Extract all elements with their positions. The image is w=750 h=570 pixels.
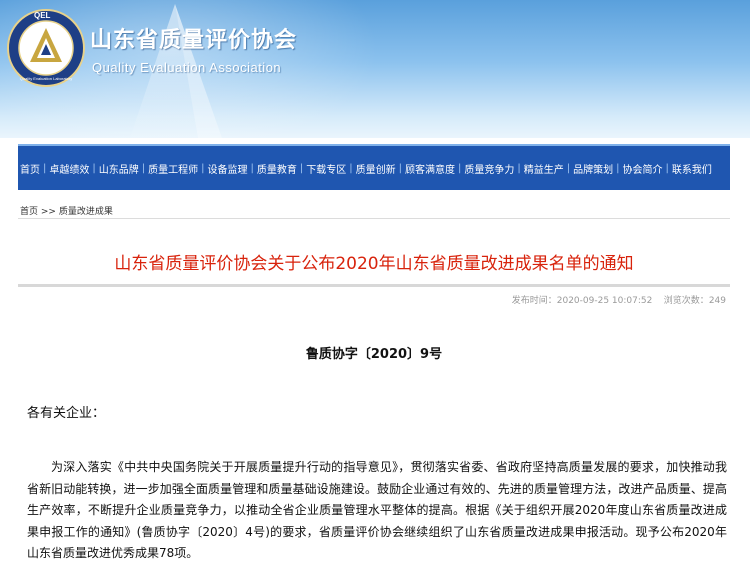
- nav-item-home[interactable]: 首页: [18, 161, 42, 176]
- views-count: 249: [708, 296, 726, 306]
- breadcrumb-home[interactable]: 首页: [20, 207, 38, 217]
- site-name: 山东省质量评价协会: [90, 28, 298, 53]
- document-number: 鲁质协字〔2020〕9号: [305, 347, 443, 362]
- publish-time: 2020-09-25 10:07:52: [556, 296, 653, 306]
- publish-label: 发布时间：: [511, 296, 557, 306]
- article-paragraph: 为深入落实《中共中央国务院关于开展质量提升行动的指导意见》，贯彻落实省委、省政府…: [27, 460, 727, 560]
- nav-item-download[interactable]: 下载专区: [304, 161, 348, 176]
- nav-item-planning[interactable]: 品牌策划: [571, 161, 615, 176]
- nav-item-about[interactable]: 协会简介: [621, 161, 665, 176]
- main-nav: 首页 | 卓越绩效 | 山东品牌 | 质量工程师 | 设备监理 | 质量教育 |…: [18, 144, 730, 190]
- breadcrumb-divider: [18, 218, 730, 219]
- article-title: 山东省质量评价协会关于公布2020年山东省质量改进成果名单的通知: [114, 254, 634, 274]
- nav-item-lean[interactable]: 精益生产: [522, 161, 566, 176]
- nav-item-satisfaction[interactable]: 顾客满意度: [403, 161, 457, 176]
- breadcrumb-current[interactable]: 质量改进成果: [59, 207, 113, 217]
- nav-item-education[interactable]: 质量教育: [255, 161, 299, 176]
- nav-item-excellence[interactable]: 卓越绩效: [47, 161, 91, 176]
- title-divider: [18, 284, 730, 287]
- logo-ring-text: Quality Evaluation Laboratory: [19, 76, 73, 81]
- breadcrumb: 首页 >> 质量改进成果: [20, 204, 113, 217]
- nav-item-contact[interactable]: 联系我们: [670, 161, 714, 176]
- nav-item-engineer[interactable]: 质量工程师: [146, 161, 200, 176]
- nav-item-innovation[interactable]: 质量创新: [354, 161, 398, 176]
- site-name-en: Quality Evaluation Association: [92, 60, 282, 75]
- greeting: 各有关企业：: [27, 406, 106, 421]
- nav-item-competitiveness[interactable]: 质量竞争力: [462, 161, 516, 176]
- nav-item-brand[interactable]: 山东品牌: [97, 161, 141, 176]
- nav-item-supervision[interactable]: 设备监理: [206, 161, 250, 176]
- views-label: 浏览次数：: [663, 296, 709, 306]
- logo-abbr: QEL: [34, 11, 51, 20]
- header-banner: QEL Quality Evaluation Laboratory 山东省质量评…: [0, 0, 750, 138]
- breadcrumb-separator: >>: [40, 207, 56, 217]
- article-meta: 发布时间：2020-09-25 10:07:52 浏览次数：249: [512, 293, 726, 306]
